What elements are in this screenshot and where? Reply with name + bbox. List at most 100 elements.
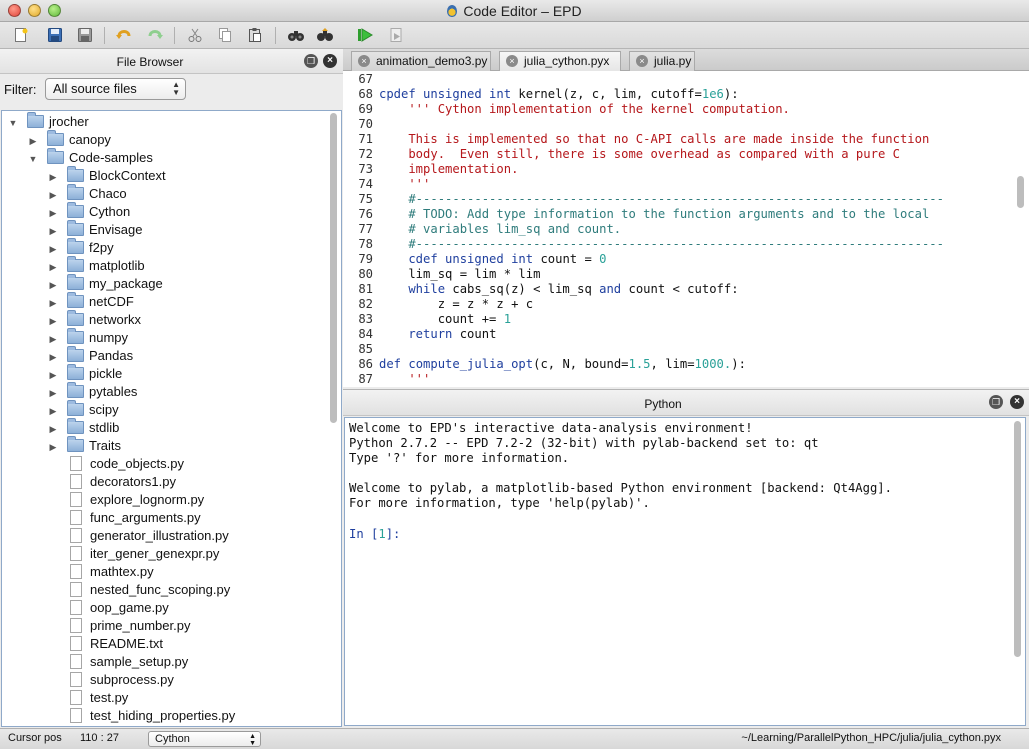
tree-file-item[interactable]: decorators1.py	[48, 473, 176, 491]
tree-file-item[interactable]: explore_lognorm.py	[48, 491, 204, 509]
copy-icon[interactable]	[214, 25, 236, 45]
close-panel-icon[interactable]: ×	[323, 54, 337, 68]
code-line[interactable]: 73 implementation.	[343, 162, 518, 177]
tab-animation-demo3[interactable]: × animation_demo3.py	[351, 51, 491, 71]
disclosure-open-icon[interactable]: ▼	[8, 114, 18, 132]
redo-icon[interactable]	[144, 25, 166, 45]
tree-folder-item[interactable]: ▼ Code-samples	[28, 148, 153, 168]
tree-folder-item[interactable]: ▶ Chaco	[48, 184, 127, 204]
tree-folder-item[interactable]: ▶ networkx	[48, 310, 141, 330]
save-icon[interactable]	[44, 25, 66, 45]
tree-folder-item[interactable]: ▶ Traits	[48, 436, 121, 456]
disclosure-closed-icon[interactable]: ▶	[48, 276, 58, 294]
disclosure-closed-icon[interactable]: ▶	[48, 384, 58, 402]
tree-folder-item[interactable]: ▶ f2py	[48, 238, 114, 258]
float-panel-icon[interactable]: ❐	[989, 395, 1003, 409]
tree-file-item[interactable]: iter_gener_genexpr.py	[48, 545, 219, 563]
find-binoculars-icon[interactable]	[285, 25, 307, 45]
float-panel-icon[interactable]: ❐	[304, 54, 318, 68]
disclosure-closed-icon[interactable]: ▶	[48, 240, 58, 258]
disclosure-closed-icon[interactable]: ▶	[48, 420, 58, 438]
disclosure-closed-icon[interactable]: ▶	[48, 402, 58, 420]
file-tree[interactable]: ▼ jrocher ▶ canopy ▼ Code-samples ▶ BlockContex…	[1, 110, 342, 727]
close-tab-icon[interactable]: ×	[636, 55, 648, 67]
console-scrollbar[interactable]	[1014, 421, 1021, 657]
tree-file-item[interactable]: README.txt	[48, 635, 163, 653]
disclosure-closed-icon[interactable]: ▶	[48, 204, 58, 222]
code-line[interactable]: 80 lim_sq = lim * lim	[343, 267, 540, 282]
code-line[interactable]: 68 cpdef unsigned int kernel(z, c, lim, c…	[343, 87, 738, 102]
tree-folder-item[interactable]: ▶ stdlib	[48, 418, 119, 438]
tab-julia-cython[interactable]: × julia_cython.pyx	[499, 51, 621, 71]
tree-folder-item[interactable]: ▶ pytables	[48, 382, 137, 402]
tree-folder-item[interactable]: ▶ Pandas	[48, 346, 133, 366]
paste-icon[interactable]	[244, 25, 266, 45]
tree-file-item[interactable]: generator_illustration.py	[48, 527, 229, 545]
tree-folder-item[interactable]: ▶ matplotlib	[48, 256, 145, 276]
tree-folder-item[interactable]: ▶ netCDF	[48, 292, 134, 312]
close-panel-icon[interactable]: ×	[1010, 395, 1024, 409]
tree-folder-item[interactable]: ▶ pickle	[48, 364, 122, 384]
tree-folder-item[interactable]: ▶ canopy	[28, 130, 111, 150]
code-line[interactable]: 87 '''	[343, 372, 430, 387]
code-line[interactable]: 77 # variables lim_sq and count.	[343, 222, 621, 237]
code-line[interactable]: 71 This is implemented so that no C-API …	[343, 132, 929, 147]
tree-file-item[interactable]: subprocess.py	[48, 671, 174, 689]
code-line[interactable]: 67	[343, 72, 373, 87]
close-tab-icon[interactable]: ×	[506, 55, 518, 67]
disclosure-open-icon[interactable]: ▼	[28, 150, 38, 168]
tree-folder-item[interactable]: ▶ scipy	[48, 400, 119, 420]
code-line[interactable]: 78 #------------------------------------…	[343, 237, 944, 252]
code-line[interactable]: 83 count += 1	[343, 312, 511, 327]
disclosure-closed-icon[interactable]: ▶	[48, 312, 58, 330]
disclosure-closed-icon[interactable]: ▶	[48, 348, 58, 366]
run-icon[interactable]	[354, 25, 376, 45]
tree-file-item[interactable]: test_hiding_properties.py	[48, 707, 235, 725]
save-all-icon[interactable]	[74, 25, 96, 45]
disclosure-closed-icon[interactable]: ▶	[48, 294, 58, 312]
tree-folder-item[interactable]: ▶ Envisage	[48, 220, 142, 240]
disclosure-closed-icon[interactable]: ▶	[48, 168, 58, 186]
disclosure-closed-icon[interactable]: ▶	[28, 132, 38, 150]
tree-file-item[interactable]: oop_game.py	[48, 599, 169, 617]
code-line[interactable]: 84 return count	[343, 327, 496, 342]
file-tree-scrollbar[interactable]	[330, 113, 337, 423]
code-line[interactable]: 75 #------------------------------------…	[343, 192, 944, 207]
find-replace-icon[interactable]	[314, 25, 336, 45]
code-line[interactable]: 76 # TODO: Add type information to the f…	[343, 207, 929, 222]
tree-folder-item[interactable]: ▶ my_package	[48, 274, 163, 294]
tree-file-item[interactable]: sample_setup.py	[48, 653, 188, 671]
console-input-prompt[interactable]: In [1]:	[349, 527, 400, 542]
code-line[interactable]: 82 z = z * z + c	[343, 297, 533, 312]
disclosure-closed-icon[interactable]: ▶	[48, 366, 58, 384]
cut-icon[interactable]	[184, 25, 206, 45]
tree-file-item[interactable]: prime_number.py	[48, 617, 190, 635]
tree-folder-item[interactable]: ▶ BlockContext	[48, 166, 166, 186]
tree-file-item[interactable]: func_arguments.py	[48, 509, 201, 527]
tree-folder-item[interactable]: ▶ numpy	[48, 328, 128, 348]
code-line[interactable]: 74 '''	[343, 177, 430, 192]
filter-select[interactable]: All source files ▲ ▼	[45, 78, 186, 100]
code-line[interactable]: 70	[343, 117, 373, 132]
code-editor[interactable]: 67 68 cpdef unsigned int kernel(z, c, lim,…	[343, 71, 1029, 387]
tree-folder-item[interactable]: ▼ jrocher	[8, 112, 89, 132]
close-tab-icon[interactable]: ×	[358, 55, 370, 67]
disclosure-closed-icon[interactable]: ▶	[48, 258, 58, 276]
undo-icon[interactable]	[113, 25, 135, 45]
tree-folder-item[interactable]: ▶ Cython	[48, 202, 130, 222]
run-selection-icon[interactable]	[385, 25, 407, 45]
disclosure-closed-icon[interactable]: ▶	[48, 438, 58, 456]
editor-scrollbar[interactable]	[1017, 176, 1024, 208]
tree-file-item[interactable]: nested_func_scoping.py	[48, 581, 230, 599]
language-select[interactable]: Cython ▲ ▼	[148, 731, 261, 747]
new-file-icon[interactable]	[10, 25, 32, 45]
disclosure-closed-icon[interactable]: ▶	[48, 222, 58, 240]
tree-file-item[interactable]: mathtex.py	[48, 563, 154, 581]
code-line[interactable]: 81 while cabs_sq(z) < lim_sq and count <…	[343, 282, 738, 297]
python-console[interactable]: Welcome to EPD's interactive data-analys…	[344, 417, 1026, 726]
tree-file-item[interactable]: test.py	[48, 689, 128, 707]
disclosure-closed-icon[interactable]: ▶	[48, 330, 58, 348]
disclosure-closed-icon[interactable]: ▶	[48, 186, 58, 204]
code-line[interactable]: 69 ''' Cython implementation of the kern…	[343, 102, 790, 117]
code-line[interactable]: 86 def compute_julia_opt(c, N, bound=1.5,…	[343, 357, 746, 372]
